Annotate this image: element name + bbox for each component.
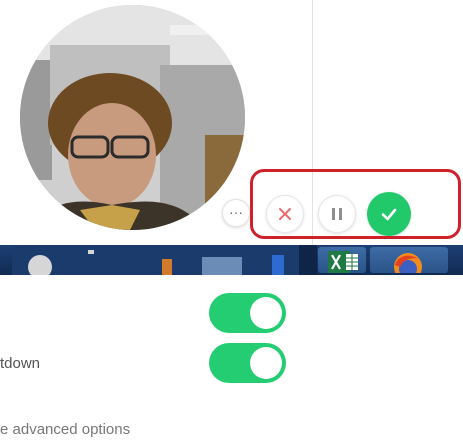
webcam-bubble xyxy=(20,5,245,230)
toggle-knob xyxy=(250,297,282,329)
countdown-label: tdown xyxy=(0,355,41,372)
highlight-annotation xyxy=(250,169,461,239)
excel-icon xyxy=(328,251,358,273)
windows-taskbar xyxy=(0,245,463,275)
firefox-icon xyxy=(394,253,422,273)
advanced-options-link[interactable]: e advanced options xyxy=(0,421,130,438)
taskbar-separator xyxy=(299,245,317,275)
settings-panel: tdown e advanced options xyxy=(0,275,463,447)
taskbar-firefox-button[interactable] xyxy=(370,247,448,273)
taskbar-excel-button[interactable] xyxy=(318,247,366,273)
webcam-feed xyxy=(20,5,245,230)
taskbar-items xyxy=(28,250,284,275)
recording-controls: ··· xyxy=(222,169,463,239)
taskbar-app-area xyxy=(12,245,299,275)
countdown-toggle[interactable] xyxy=(209,343,286,383)
setting-toggle-1[interactable] xyxy=(209,293,286,333)
toggle-knob xyxy=(250,347,282,379)
screen-recorder-area: ··· xyxy=(0,0,463,245)
more-options-button[interactable]: ··· xyxy=(222,199,250,227)
more-icon: ··· xyxy=(229,204,243,220)
